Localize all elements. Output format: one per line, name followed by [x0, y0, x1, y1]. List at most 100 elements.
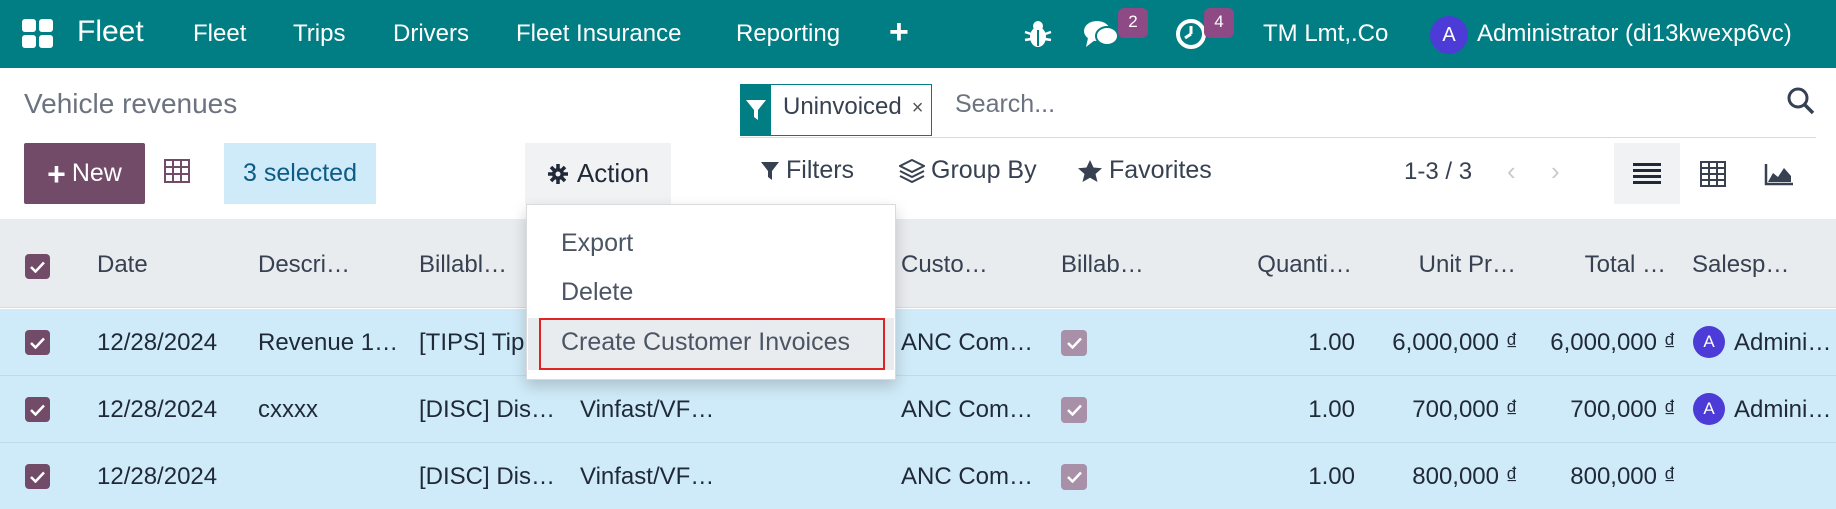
pivot-table-icon — [1700, 160, 1726, 187]
user-menu[interactable]: Administrator (di13kwexp6vc) — [1477, 20, 1792, 48]
selection-count[interactable]: 3 selected — [224, 143, 376, 204]
filters-label: Filters — [786, 156, 855, 184]
chat-messages-icon[interactable] — [1083, 18, 1119, 54]
cell-unit-price: 700,000 ₫ — [1412, 396, 1518, 423]
cell-billable-product: [TIPS] Tip — [419, 329, 525, 356]
layers-icon — [899, 158, 925, 183]
action-dropdown-menu: Export Delete Create Customer Invoices — [526, 204, 896, 380]
favorites-label: Favorites — [1109, 156, 1212, 184]
app-brand[interactable]: Fleet — [77, 15, 144, 49]
cell-quantity: 1.00 — [1308, 396, 1355, 423]
new-button[interactable]: + New — [24, 143, 145, 204]
nav-item-fleet[interactable]: Fleet — [193, 20, 246, 48]
cell-description: cxxxx — [258, 396, 318, 423]
menu-item-delete[interactable]: Delete — [561, 278, 633, 307]
activities-count-badge: 4 — [1204, 8, 1234, 38]
cell-date: 12/28/2024 — [97, 396, 218, 423]
action-button[interactable]: Action — [525, 143, 671, 204]
facet-remove-icon[interactable]: × — [912, 85, 932, 135]
cell-billable-product: [DISC] Dis… — [419, 396, 556, 423]
new-button-label: New — [71, 159, 122, 187]
column-header-total[interactable]: Total … — [1540, 251, 1666, 279]
cell-customer: ANC Com… — [901, 463, 1034, 490]
cell-vehicle: Vinfast/VF… — [580, 396, 715, 423]
row-checkbox[interactable] — [25, 330, 50, 355]
cell-billable-product: [DISC] Dis… — [419, 463, 556, 490]
search-input[interactable] — [955, 90, 1715, 119]
cell-total: 6,000,000 ₫ — [1550, 329, 1676, 356]
plus-icon: + — [47, 155, 66, 192]
billable-checkbox — [1061, 397, 1087, 423]
add-menu-icon[interactable]: + — [889, 13, 909, 52]
billable-checkbox — [1061, 464, 1087, 490]
cell-quantity: 1.00 — [1308, 329, 1355, 356]
menu-item-export[interactable]: Export — [561, 229, 633, 258]
cell-description: Revenue 1… — [258, 329, 399, 356]
filter-funnel-icon — [741, 85, 771, 135]
page-title: Vehicle revenues — [24, 88, 238, 119]
table-row[interactable]: 12/28/2024 cxxxx [DISC] Dis… Vinfast/VF…… — [0, 376, 1836, 443]
gear-icon — [547, 163, 568, 184]
table-row[interactable]: 12/28/2024 Revenue 1… [TIPS] Tip ANC Com… — [0, 309, 1836, 376]
cell-quantity: 1.00 — [1308, 463, 1355, 490]
row-checkbox[interactable] — [25, 397, 50, 422]
column-header-salesperson[interactable]: Salesp… — [1692, 251, 1789, 279]
cell-date: 12/28/2024 — [97, 463, 218, 490]
favorites-button[interactable]: Favorites — [1077, 156, 1212, 185]
column-header-date[interactable]: Date — [97, 251, 148, 279]
pager-previous-icon[interactable]: ‹ — [1507, 156, 1516, 187]
filter-icon — [761, 161, 779, 180]
nav-item-fleet-insurance[interactable]: Fleet Insurance — [516, 20, 681, 48]
row-checkbox[interactable] — [25, 464, 50, 489]
facet-label: Uninvoiced — [783, 93, 902, 120]
cell-customer: ANC Com… — [901, 396, 1034, 423]
focus-outline — [539, 318, 885, 370]
top-navbar: Fleet Fleet Trips Drivers Fleet Insuranc… — [0, 0, 1836, 68]
table-row[interactable]: 12/28/2024 [DISC] Dis… Vinfast/VF… ANC C… — [0, 443, 1836, 509]
nav-item-trips[interactable]: Trips — [293, 20, 345, 48]
billable-checkbox — [1061, 330, 1087, 356]
pager-value[interactable]: 1-3 / 3 — [1404, 158, 1472, 186]
user-avatar[interactable]: A — [1430, 16, 1468, 54]
spreadsheet-icon[interactable] — [164, 159, 190, 185]
search-icon[interactable] — [1786, 86, 1816, 116]
column-header-description[interactable]: Descri… — [258, 251, 350, 279]
group-by-button[interactable]: Group By — [899, 156, 1037, 185]
cell-salesperson: Admini… — [1734, 396, 1832, 423]
debug-bug-icon[interactable] — [1022, 18, 1058, 54]
cell-customer: ANC Com… — [901, 329, 1034, 356]
area-chart-icon — [1764, 163, 1793, 185]
cell-total: 700,000 ₫ — [1570, 396, 1676, 423]
nav-item-reporting[interactable]: Reporting — [736, 20, 840, 48]
column-header-billable[interactable]: Billab… — [1061, 251, 1144, 279]
pager-next-icon[interactable]: › — [1551, 156, 1560, 187]
company-switcher[interactable]: TM Lmt,.Co — [1263, 20, 1388, 48]
column-header-unit-price[interactable]: Unit Pr… — [1390, 251, 1516, 279]
cell-date: 12/28/2024 — [97, 329, 218, 356]
action-button-label: Action — [576, 158, 650, 188]
column-header-customer[interactable]: Custo… — [901, 251, 988, 279]
list-view-button[interactable] — [1614, 143, 1680, 204]
salesperson-avatar: A — [1693, 393, 1725, 425]
salesperson-avatar: A — [1693, 326, 1725, 358]
filters-button[interactable]: Filters — [760, 156, 854, 185]
pivot-view-button[interactable] — [1680, 143, 1746, 204]
list-header: Date Descri… Billabl… Custo… Billab… Qua… — [0, 219, 1836, 308]
cell-total: 800,000 ₫ — [1570, 463, 1676, 490]
search-facet: Uninvoiced × — [740, 84, 933, 136]
star-icon — [1078, 159, 1102, 182]
search-bar: Uninvoiced × — [740, 82, 1816, 138]
cell-vehicle: Vinfast/VF… — [580, 463, 715, 490]
cell-unit-price: 6,000,000 ₫ — [1392, 329, 1518, 356]
column-header-quantity[interactable]: Quanti… — [1230, 251, 1352, 279]
graph-view-button[interactable] — [1746, 143, 1812, 204]
column-header-billable-product[interactable]: Billabl… — [419, 251, 507, 279]
list-view-icon — [1633, 162, 1661, 184]
cell-unit-price: 800,000 ₫ — [1412, 463, 1518, 490]
nav-item-drivers[interactable]: Drivers — [393, 20, 469, 48]
select-all-checkbox[interactable] — [25, 254, 50, 279]
apps-menu-icon[interactable] — [22, 19, 54, 49]
cell-salesperson: Admini… — [1734, 329, 1832, 356]
group-by-label: Group By — [931, 156, 1037, 184]
messages-count-badge: 2 — [1118, 8, 1148, 38]
